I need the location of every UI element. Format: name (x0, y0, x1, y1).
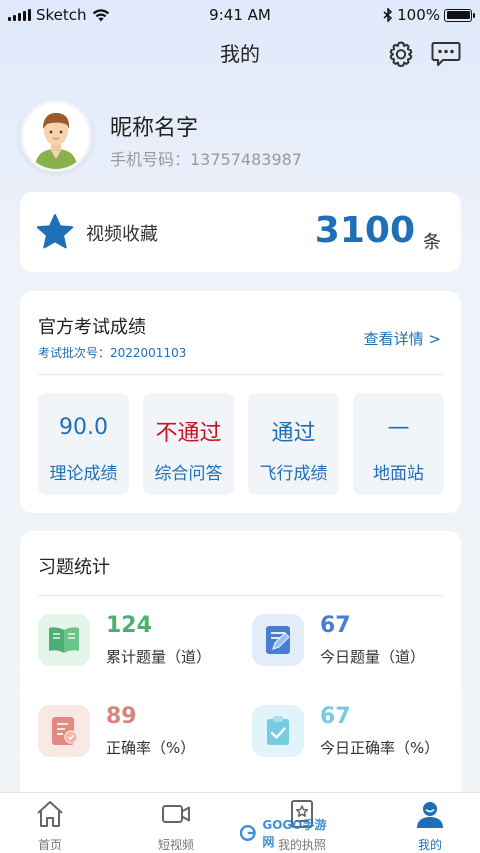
stat-label: 今日正确率（%） (320, 739, 440, 757)
tab-mine[interactable]: 我的 (382, 793, 478, 853)
checklist-icon (252, 705, 304, 757)
score-label: 综合问答 (154, 464, 223, 484)
phone-number: 手机号码：13757483987 (110, 150, 302, 169)
tab-short-video[interactable]: 短视频 (128, 793, 224, 853)
exam-scores-card: 官方考试成绩 考试批次号：2022001103 查看详情 > 90.0 理论成绩… (20, 291, 461, 513)
exam-batch-number: 考试批次号：2022001103 (38, 346, 187, 360)
bluetooth-icon (383, 8, 393, 22)
tab-label: 首页 (37, 838, 62, 852)
exercise-stats-card: 习题统计 124 累计题量（道） 67 今日题量（道） 89 正确率（%） 67… (20, 531, 461, 831)
score-value: 通过 (271, 421, 316, 446)
score-comprehensive[interactable]: 不通过 综合问答 (143, 393, 234, 495)
report-icon (38, 705, 90, 757)
view-details-link[interactable]: 查看详情 > (364, 328, 441, 349)
battery-icon (444, 8, 475, 22)
user-icon (417, 802, 443, 828)
battery-percent: 100% (397, 6, 440, 24)
video-icon (162, 805, 190, 823)
score-flight[interactable]: 通过 飞行成绩 (248, 393, 339, 495)
video-favorites-card[interactable]: 视频收藏 3100 条 (20, 192, 461, 272)
score-ground-station[interactable]: — 地面站 (353, 393, 444, 495)
settings-button[interactable] (386, 40, 416, 68)
stat-label: 累计题量（道） (106, 648, 212, 666)
tab-label: 短视频 (157, 838, 194, 852)
watermark-text: GOGO手游网 (262, 818, 327, 849)
avatar[interactable] (20, 100, 92, 172)
edit-icon (252, 614, 304, 666)
stat-value: 67 (320, 613, 351, 638)
stat-value: 67 (320, 704, 351, 729)
header: 我的 (0, 36, 480, 72)
status-bar: Sketch 9:41 AM 100% (0, 0, 480, 30)
score-label: 理论成绩 (49, 464, 118, 484)
tab-label: 我的 (417, 838, 442, 852)
star-icon (36, 214, 74, 249)
score-value: 不通过 (155, 421, 222, 446)
exam-title: 官方考试成绩 (38, 317, 146, 338)
score-value: — (387, 415, 410, 440)
stat-label: 正确率（%） (106, 739, 196, 757)
divider (38, 374, 443, 375)
score-theory[interactable]: 90.0 理论成绩 (38, 393, 129, 495)
favorites-count: 3100 (314, 210, 415, 251)
score-label: 地面站 (373, 464, 424, 484)
stat-value: 89 (106, 704, 137, 729)
gear-icon (389, 41, 413, 67)
stats-title: 习题统计 (38, 557, 110, 578)
stat-label: 今日题量（道） (320, 648, 426, 666)
score-label: 飞行成绩 (259, 464, 328, 484)
watermark: GOGO手游网 (240, 818, 336, 849)
divider (38, 595, 443, 596)
nickname: 昵称名字 (110, 116, 199, 141)
user-avatar-icon (23, 103, 89, 169)
status-right: 100% (383, 6, 475, 24)
stat-value: 124 (106, 613, 152, 638)
tab-home[interactable]: 首页 (2, 793, 98, 853)
battery-fill (446, 11, 470, 19)
score-value: 90.0 (59, 415, 108, 440)
message-button[interactable] (431, 40, 461, 68)
favorites-unit: 条 (423, 232, 441, 253)
home-icon (37, 801, 63, 827)
message-icon (431, 42, 461, 66)
favorites-label: 视频收藏 (86, 224, 158, 245)
book-icon (38, 614, 90, 666)
gamepad-icon (240, 825, 256, 841)
